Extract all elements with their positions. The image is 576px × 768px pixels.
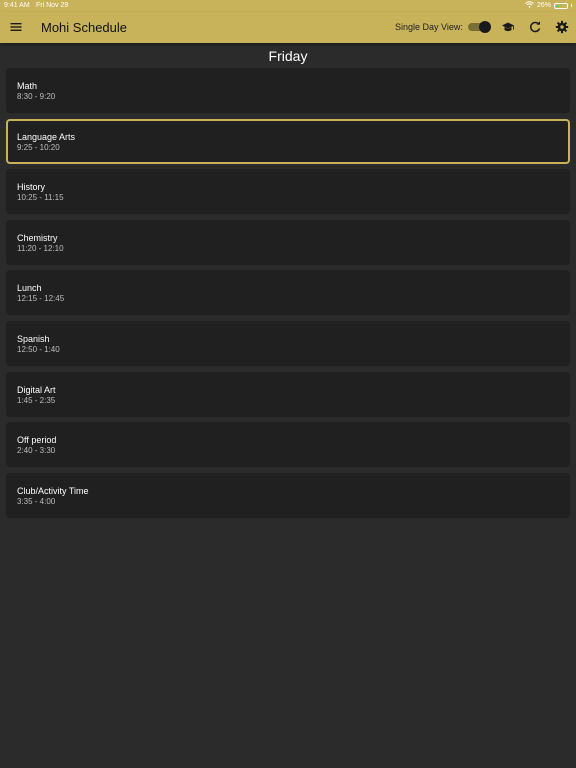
wifi-icon	[525, 1, 534, 10]
toggle-thumb	[479, 21, 491, 33]
period-card[interactable]: History 10:25 - 11:15	[6, 169, 570, 215]
status-indicators: 26%	[525, 1, 572, 10]
period-card[interactable]: Digital Art 1:45 - 2:35	[6, 371, 570, 417]
graduation-cap-icon	[502, 22, 514, 32]
battery-cap	[571, 4, 572, 7]
app-title: Mohi Schedule	[41, 20, 127, 35]
status-time: 9:41 AM	[4, 2, 30, 9]
period-time: 2:40 - 3:30	[17, 446, 56, 456]
period-card-current[interactable]: Language Arts 9:25 - 10:20	[6, 118, 570, 164]
period-card[interactable]: Spanish 12:50 - 1:40	[6, 320, 570, 366]
menu-button[interactable]	[9, 20, 23, 34]
period-card[interactable]: Lunch 12:15 - 12:45	[6, 270, 570, 316]
period-name: Chemistry	[17, 232, 58, 243]
period-time: 3:35 - 4:00	[17, 496, 56, 506]
period-name: Language Arts	[17, 131, 76, 142]
period-name: Math	[17, 81, 38, 91]
period-time: 9:25 - 10:20	[17, 142, 60, 152]
battery-level	[556, 4, 559, 7]
period-name: Off period	[17, 435, 57, 446]
period-name: Spanish	[17, 333, 50, 344]
period-name: Club/Activity Time	[17, 485, 89, 496]
single-day-view-toggle[interactable]	[468, 21, 491, 33]
battery-icon	[554, 2, 568, 9]
period-card[interactable]: Math 8:30 - 9:20	[6, 68, 570, 113]
period-name: Lunch	[17, 283, 42, 294]
period-name: Digital Art	[17, 384, 56, 395]
period-time: 8:30 - 9:20	[17, 92, 56, 101]
day-heading: Friday	[268, 48, 308, 64]
menu-icon	[10, 23, 22, 31]
period-time: 10:25 - 11:15	[17, 193, 64, 203]
period-card[interactable]: Club/Activity Time 3:35 - 4:00	[6, 472, 570, 518]
period-name: History	[17, 182, 46, 193]
app-bar: Mohi Schedule Single Day View:	[0, 12, 576, 43]
status-bar: 9:41 AM Fri Nov 29 26%	[0, 0, 576, 12]
period-time: 12:50 - 1:40	[17, 344, 60, 354]
refresh-icon	[530, 21, 541, 33]
battery-percent: 26%	[536, 2, 551, 9]
period-time: 11:20 - 12:10	[17, 243, 64, 253]
refresh-button[interactable]	[528, 20, 542, 34]
period-card[interactable]: Chemistry 11:20 - 12:10	[6, 219, 570, 265]
status-date: Fri Nov 29	[36, 2, 69, 9]
period-time: 1:45 - 2:35	[17, 395, 56, 405]
period-card[interactable]: Off period 2:40 - 3:30	[6, 422, 570, 468]
gear-icon	[555, 20, 569, 34]
grades-button[interactable]	[501, 20, 515, 34]
single-day-view-label: Single Day View:	[395, 22, 463, 32]
settings-button[interactable]	[555, 20, 569, 34]
period-time: 12:15 - 12:45	[17, 294, 65, 304]
period-list: Math 8:30 - 9:20 Language Arts 9:25 - 10:20…	[6, 68, 570, 523]
